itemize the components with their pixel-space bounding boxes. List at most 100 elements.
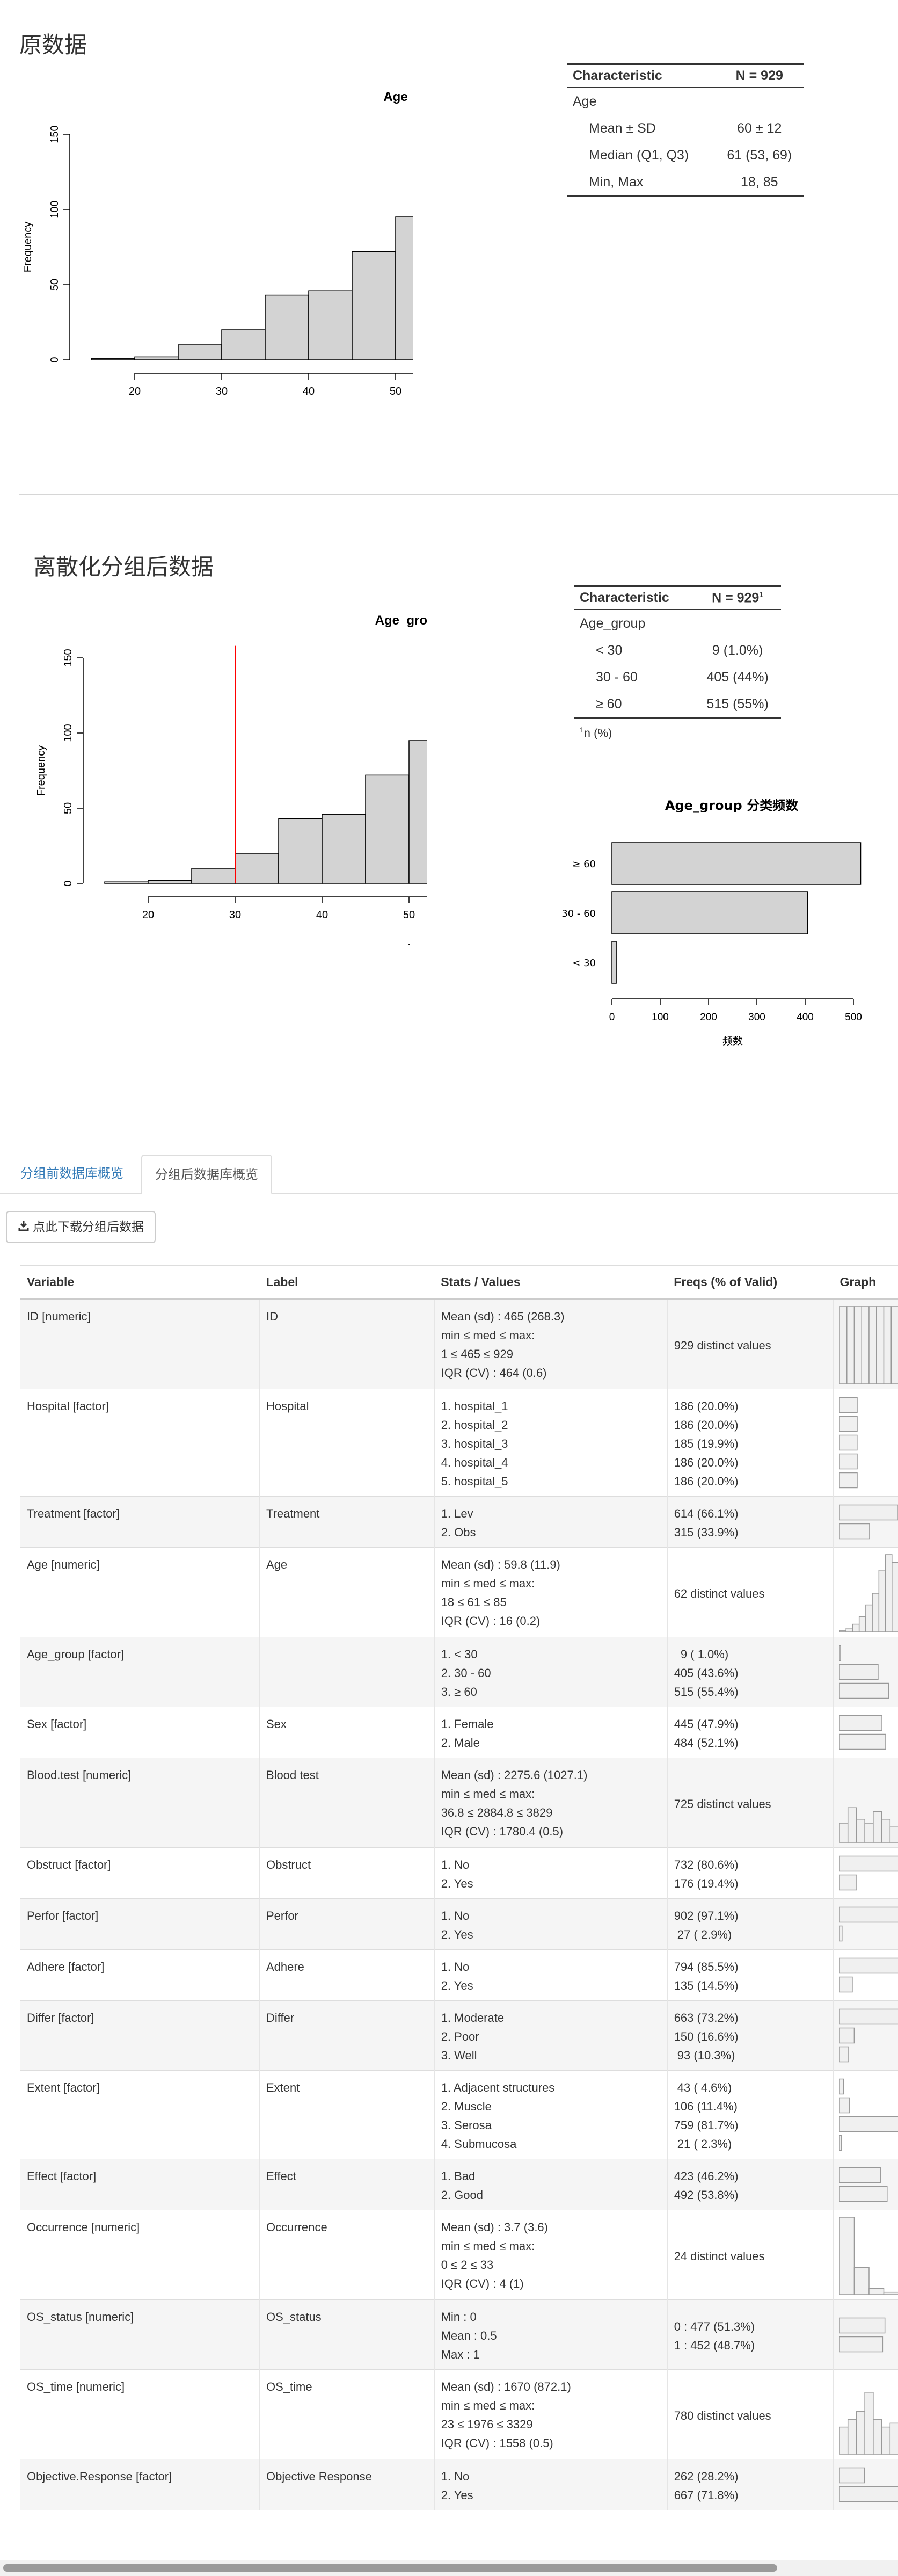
mini-graph-bar — [839, 2097, 850, 2114]
mini-graph-bar — [868, 1306, 877, 1384]
stats-line: 1. No — [441, 1960, 470, 1973]
histogram-bar — [265, 294, 309, 360]
freqs-line: 135 (14.5%) — [674, 1979, 739, 1992]
freqs-line: 667 (71.8%) — [674, 2488, 739, 2502]
tab-before-grouping[interactable]: 分组前数据库概览 — [8, 1155, 136, 1192]
stats-line: 1. Bad — [441, 2169, 476, 2183]
table-row: Sex [factor] Sex 1. Female 2. Male 445 (47.9… — [20, 1707, 898, 1758]
freqs-line: 732 (80.6%) — [674, 1858, 739, 1871]
stats-line: Mean (sd) : 59.8 (11.9) — [441, 1558, 560, 1571]
y-tick-label: 150 — [49, 125, 61, 143]
tab-after-grouping[interactable]: 分组后数据库概览 — [141, 1155, 272, 1194]
horizontal-scrollbar[interactable] — [0, 2560, 898, 2576]
table-row: Differ [factor] Differ 1. Moderate 2. Poor 3… — [20, 2000, 898, 2071]
y-tick-label: 0 — [62, 880, 74, 886]
column-header-stats: Stats / Values — [434, 1265, 668, 1300]
mini-graph-bar — [839, 2046, 849, 2063]
table-header-characteristic: Characteristic — [574, 585, 695, 611]
freqs-line: 0 : 477 (51.3%) — [674, 2319, 755, 2333]
table-row: Obstruct [factor] Obstruct 1. No 2. Yes 732 … — [20, 1847, 898, 1899]
freqs-line: 176 (19.4%) — [674, 1877, 739, 1890]
stats-line: 2. Yes — [441, 1928, 473, 1941]
table-row-label: < 30 — [596, 642, 623, 658]
freqs-line: 43 ( 4.6%) — [674, 2081, 732, 2094]
mini-graph-bar — [889, 2422, 898, 2455]
mini-graph-bar — [873, 1811, 882, 1843]
stats-line: 2. Yes — [441, 2488, 473, 2502]
barplot-x-tick-label: 0 — [609, 1012, 615, 1023]
label-cell — [259, 1637, 435, 1707]
mini-graph-bar — [878, 1570, 886, 1632]
freqs-line: 902 (97.1%) — [674, 1909, 739, 1922]
table-row: Effect [factor] Effect 1. Bad 2. Good 423 (4… — [20, 2159, 898, 2210]
histogram-bar — [91, 358, 135, 360]
stats-line: 3. ≥ 60 — [441, 1685, 477, 1699]
freqs-cell: 725 distinct values — [667, 1758, 834, 1848]
barplot-title: Age_group 分类频数 — [665, 798, 799, 813]
table-row: ID [numeric] ID Mean (sd) : 465 (268.3) min… — [20, 1298, 898, 1389]
mini-graph-bar — [839, 2135, 842, 2151]
table-row: Occurrence [numeric] Occurrence Mean (sd) … — [20, 2210, 898, 2300]
histogram-title: Age — [383, 90, 407, 104]
mini-graph-bar — [856, 2411, 865, 2455]
freqs-line: 794 (85.5%) — [674, 1960, 739, 1973]
variable-label: Differ — [266, 2011, 295, 2024]
section-divider — [19, 494, 898, 495]
graph-cell — [833, 1496, 898, 1548]
mini-graph-bar — [839, 2167, 881, 2183]
mini-graph-bar — [839, 1976, 853, 1993]
download-icon — [18, 1213, 30, 1243]
stats-line: 3. hospital_3 — [441, 1437, 508, 1450]
stats-line: min ≤ med ≤ max: — [441, 1577, 535, 1590]
stats-line: 1. No — [441, 1909, 470, 1922]
stats-cell: Mean (sd) : 3.7 (3.6) min ≤ med ≤ max: 0 ≤… — [434, 2210, 668, 2300]
label-cell: Differ — [259, 2000, 435, 2071]
graph-cell — [833, 1547, 898, 1637]
histogram-bar — [235, 853, 279, 884]
freqs-line: 759 (81.7%) — [674, 2118, 739, 2132]
stats-cell: 1. Moderate 2. Poor 3. Well — [434, 2000, 668, 2071]
stats-line: 1. Moderate — [441, 2011, 505, 2024]
download-button-label: 点此下载分组后数据 — [33, 1220, 144, 1234]
x-tick-label: 40 — [316, 909, 328, 921]
mini-graph-bar — [839, 1682, 889, 1699]
table-row: Treatment [factor] Treatment 1. Lev 2. Obs 6… — [20, 1496, 898, 1548]
freqs-cell: 780 distinct values — [667, 2369, 834, 2459]
mini-graph-bar — [839, 1715, 882, 1731]
x-tick-label: 20 — [129, 386, 141, 397]
mini-graph — [839, 2217, 898, 2295]
barplot-category-label: 30 - 60 — [561, 908, 596, 919]
variable-label: Blood test — [266, 1768, 319, 1782]
label-cell: Obstruct — [259, 1847, 435, 1899]
barplot-x-tick-label: 200 — [700, 1012, 717, 1023]
mini-graph-bar — [872, 1593, 880, 1632]
variable-name: Obstruct [factor] — [27, 1858, 111, 1871]
mini-graph-bar — [865, 1604, 873, 1632]
freqs-line: 186 (20.0%) — [674, 1475, 739, 1488]
column-header-freqs: Freqs (% of Valid) — [667, 1265, 834, 1300]
label-cell: Sex — [259, 1707, 435, 1758]
stats-line: 1. Female — [441, 1717, 494, 1731]
mini-graph-bar — [839, 1664, 879, 1680]
stats-line: min ≤ med ≤ max: — [441, 2399, 535, 2412]
column-header-graph: Graph — [833, 1265, 898, 1300]
stats-cell: 1. Adjacent structures 2. Muscle 3. Serosa… — [434, 2070, 668, 2159]
stats-line: 2. Yes — [441, 1979, 473, 1992]
label-cell: Hospital — [259, 1389, 435, 1497]
table-row-label: Median (Q1, Q3) — [589, 147, 689, 163]
download-grouped-data-button[interactable]: 点此下载分组后数据 — [6, 1211, 156, 1243]
stats-line: 2. Muscle — [441, 2100, 492, 2113]
age-summary-table: Characteristic N = 929 Age Mean ± SD 60 … — [567, 63, 804, 197]
freqs-cell: 423 (46.2%) 492 (53.8%) — [667, 2159, 834, 2210]
table-row: Age [numeric] Age Mean (sd) : 59.8 (11.9) m… — [20, 1547, 898, 1637]
mini-graph-bar — [881, 1819, 891, 1843]
variable-name: OS_time [numeric] — [27, 2380, 125, 2393]
table-group-label: Age — [573, 93, 597, 109]
scrollbar-thumb[interactable] — [3, 2564, 777, 2572]
barplot-x-tick-label: 500 — [845, 1012, 862, 1023]
stats-cell: Mean (sd) : 465 (268.3) min ≤ med ≤ max: 1… — [434, 1298, 668, 1389]
mini-graph-bar — [839, 2186, 888, 2202]
freqs-line: 186 (20.0%) — [674, 1418, 739, 1432]
stats-line: 1. < 30 — [441, 1648, 478, 1661]
x-tick-label: 20 — [142, 909, 154, 921]
